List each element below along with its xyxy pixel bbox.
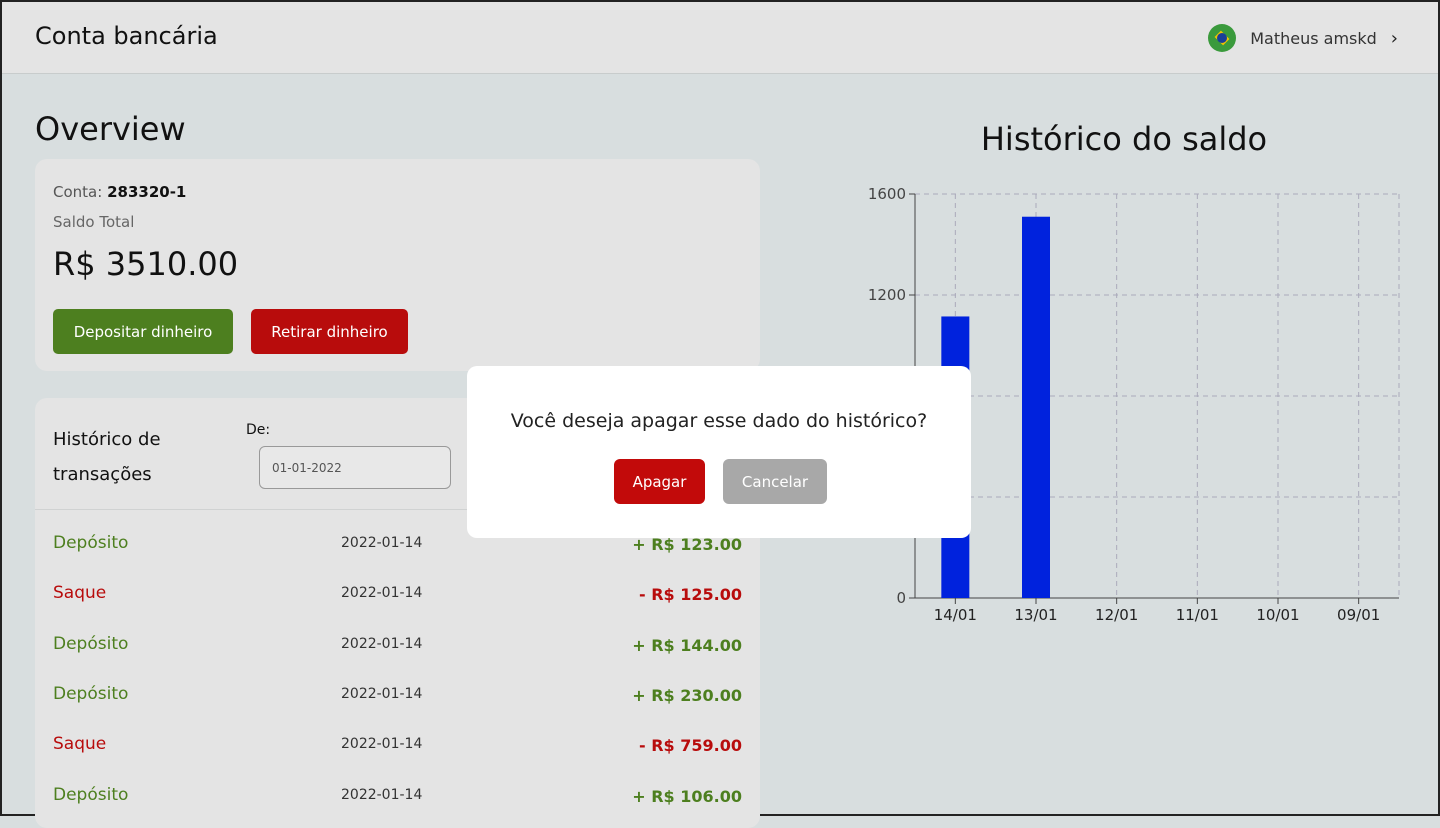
x-tick-label: 10/01: [1256, 606, 1299, 624]
transaction-row[interactable]: Depósito 2022-01-14 + R$ 106.00: [35, 785, 760, 828]
transaction-type: Saque: [53, 583, 106, 603]
transaction-amount: + R$ 144.00: [632, 636, 742, 655]
chevron-right-icon[interactable]: ›: [1391, 28, 1398, 49]
transaction-date: 2022-01-14: [341, 636, 422, 652]
transaction-amount: + R$ 230.00: [632, 686, 742, 705]
transaction-date: 2022-01-14: [341, 787, 422, 803]
y-tick-label: 0: [896, 589, 906, 607]
x-tick-label: 11/01: [1176, 606, 1219, 624]
app-title: Conta bancária: [35, 22, 218, 50]
x-tick-label: 09/01: [1337, 606, 1380, 624]
deposit-button[interactable]: Depositar dinheiro: [53, 309, 233, 354]
y-tick-label: 1600: [868, 185, 906, 203]
transactions-title: Histórico de transações: [53, 422, 213, 492]
confirm-delete-button[interactable]: Apagar: [614, 459, 705, 504]
account-number: 283320-1: [107, 183, 186, 201]
transaction-date: 2022-01-14: [341, 585, 422, 601]
confirm-delete-modal: Você deseja apagar esse dado do históric…: [467, 366, 971, 538]
from-date-input[interactable]: [259, 446, 451, 489]
transaction-date: 2022-01-14: [341, 535, 422, 551]
transaction-row[interactable]: Depósito 2022-01-14 + R$ 144.00: [35, 634, 760, 684]
account-label: Conta:: [53, 183, 102, 201]
top-bar: Conta bancária Matheus amskd ›: [2, 2, 1438, 74]
transaction-amount: - R$ 125.00: [639, 585, 742, 604]
x-tick-label: 14/01: [934, 606, 977, 624]
transaction-date: 2022-01-14: [341, 736, 422, 752]
chart-title: Histórico do saldo: [882, 120, 1366, 158]
x-tick-label: 12/01: [1095, 606, 1138, 624]
transaction-date: 2022-01-14: [341, 686, 422, 702]
transaction-type: Depósito: [53, 785, 128, 805]
user-menu[interactable]: Matheus amskd ›: [1208, 24, 1398, 52]
from-date-label: De:: [246, 422, 270, 438]
transaction-row[interactable]: Depósito2022-01-14+ R$ 123.00: [35, 533, 760, 583]
transaction-row[interactable]: Saque 2022-01-14 - R$ 125.00: [35, 583, 760, 633]
balance-label: Saldo Total: [53, 213, 134, 231]
bar: [1022, 217, 1050, 598]
withdraw-button[interactable]: Retirar dinheiro: [251, 309, 408, 354]
transaction-type: Depósito: [53, 634, 128, 654]
account-card: Conta: 283320-1 Saldo Total R$ 3510.00 D…: [35, 159, 760, 371]
transaction-type: Saque: [53, 734, 106, 754]
x-tick-label: 13/01: [1014, 606, 1057, 624]
cancel-button[interactable]: Cancelar: [723, 459, 827, 504]
page-title: Overview: [35, 110, 186, 148]
transaction-amount: + R$ 106.00: [632, 787, 742, 806]
transaction-type: Depósito: [53, 684, 128, 704]
transaction-row[interactable]: Saque 2022-01-14 - R$ 759.00: [35, 734, 760, 784]
y-tick-label: 1200: [868, 286, 906, 304]
account-info: Conta: 283320-1: [53, 183, 186, 201]
modal-message: Você deseja apagar esse dado do históric…: [467, 410, 971, 432]
transaction-amount: - R$ 759.00: [639, 736, 742, 755]
user-name: Matheus amskd: [1250, 29, 1377, 48]
brazil-flag-icon: [1208, 24, 1236, 52]
transaction-row[interactable]: Depósito 2022-01-14 + R$ 230.00: [35, 684, 760, 734]
transaction-type: Depósito: [53, 533, 128, 553]
balance-value: R$ 3510.00: [53, 245, 238, 283]
